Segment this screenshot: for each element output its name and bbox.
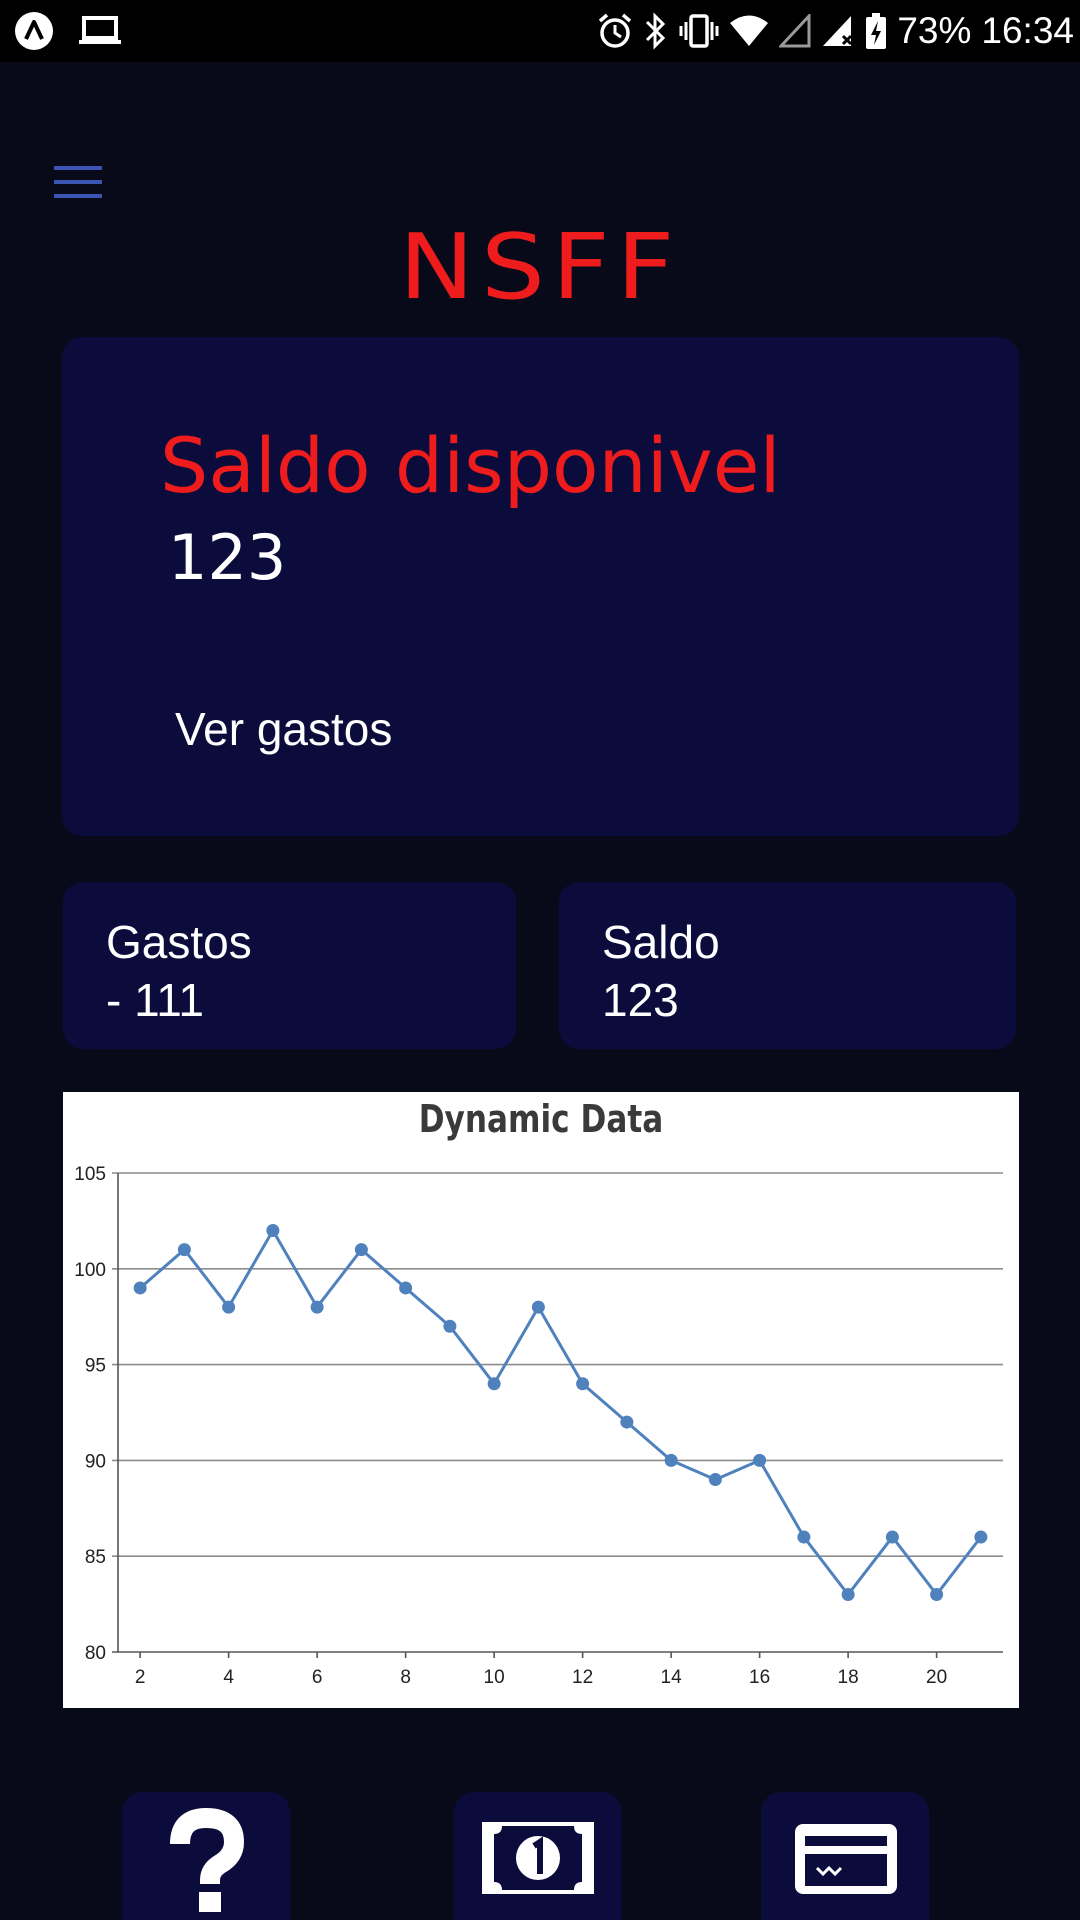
banknote-icon (482, 1822, 594, 1894)
battery-percent: 73% (897, 10, 972, 51)
x-tick-label: 8 (400, 1667, 411, 1688)
data-point (266, 1223, 280, 1237)
data-point (133, 1281, 147, 1295)
data-point (531, 1300, 545, 1314)
balance-summary-card[interactable]: Saldo 123 (559, 882, 1016, 1049)
x-tick-label: 20 (926, 1667, 947, 1688)
data-point (753, 1453, 767, 1467)
help-button[interactable] (122, 1792, 290, 1920)
card-button[interactable] (761, 1792, 929, 1920)
battery-charging-icon (866, 13, 887, 49)
laptop-icon (79, 16, 121, 44)
data-point (930, 1588, 944, 1602)
chart-svg: Dynamic Data 80 85 90 95 100 105 2 4 6 8 10 12 14 16 1… (74, 1098, 1003, 1688)
x-tick-label: 18 (838, 1667, 859, 1688)
signal-no-data-icon (823, 16, 853, 46)
menu-icon[interactable] (54, 166, 102, 200)
chart-title: Dynamic Data (419, 1098, 664, 1142)
balance-summary-amount: 123 (602, 974, 679, 1026)
y-tick-label: 105 (74, 1164, 106, 1185)
data-point (443, 1319, 457, 1333)
chart-axes (117, 1173, 938, 1658)
data-point (708, 1473, 722, 1487)
menu-bar-top (54, 166, 102, 170)
expenses-card[interactable]: Gastos - 111 (63, 882, 516, 1049)
vibrate-icon (679, 14, 719, 48)
expenses-amount: - 111 (106, 974, 205, 1026)
alarm-icon (599, 13, 632, 48)
clock: 16:34 (981, 10, 1074, 51)
chart-grid (112, 1172, 1003, 1653)
signal-icon (779, 14, 811, 48)
data-point (664, 1453, 678, 1467)
app-launcher-icon (15, 12, 53, 50)
status-bar: 73% 16:34 (0, 0, 1080, 62)
x-tick-label: 14 (661, 1667, 683, 1688)
balance-card: Saldo disponivel 123 Ver gastos (62, 337, 1019, 836)
data-point (222, 1300, 236, 1314)
data-point (310, 1300, 324, 1314)
view-expenses-link[interactable]: Ver gastos (175, 701, 392, 757)
x-tick-label: 4 (223, 1667, 234, 1688)
data-point (399, 1281, 413, 1295)
data-point (487, 1377, 501, 1391)
x-tick-label: 10 (484, 1667, 505, 1688)
app-title: NSFF (398, 215, 682, 320)
money-button[interactable] (454, 1792, 622, 1920)
credit-card-icon (795, 1824, 897, 1894)
data-point (841, 1588, 855, 1602)
y-tick-label: 100 (74, 1260, 106, 1281)
x-tick-label: 6 (312, 1667, 323, 1688)
x-tick-label: 16 (749, 1667, 770, 1688)
data-point (620, 1415, 634, 1429)
balance-value: 123 (168, 521, 287, 594)
question-icon (170, 1807, 245, 1912)
y-tick-label: 90 (85, 1451, 106, 1472)
x-tick-label: 2 (135, 1667, 146, 1688)
balance-summary-title: Saldo (602, 916, 720, 968)
menu-bar-middle (54, 180, 102, 184)
data-point (885, 1530, 899, 1544)
expenses-title: Gastos (106, 916, 252, 968)
wifi-icon (730, 15, 769, 46)
data-point (576, 1377, 590, 1391)
balance-label: Saldo disponivel (160, 421, 781, 510)
data-point (177, 1243, 191, 1257)
series-line (139, 1227, 983, 1597)
x-tick-label: 12 (572, 1667, 593, 1688)
bluetooth-icon (646, 12, 666, 50)
y-tick-label: 95 (85, 1356, 106, 1377)
menu-bar-bottom (54, 194, 102, 198)
screen: 73% 16:34 NSFF Saldo disponivel 123 Ver … (0, 0, 1080, 1920)
chart-tick-labels: 80 85 90 95 100 105 2 4 6 8 10 12 14 16 18 20 (74, 1164, 947, 1688)
line-chart: Dynamic Data 80 85 90 95 100 105 2 4 6 8 10 12 14 16 1… (63, 1092, 1019, 1708)
data-point (974, 1530, 988, 1544)
y-tick-label: 80 (85, 1643, 106, 1664)
chart-series (133, 1223, 988, 1602)
data-point (354, 1243, 368, 1257)
data-point (797, 1530, 811, 1544)
y-tick-label: 85 (85, 1547, 106, 1568)
